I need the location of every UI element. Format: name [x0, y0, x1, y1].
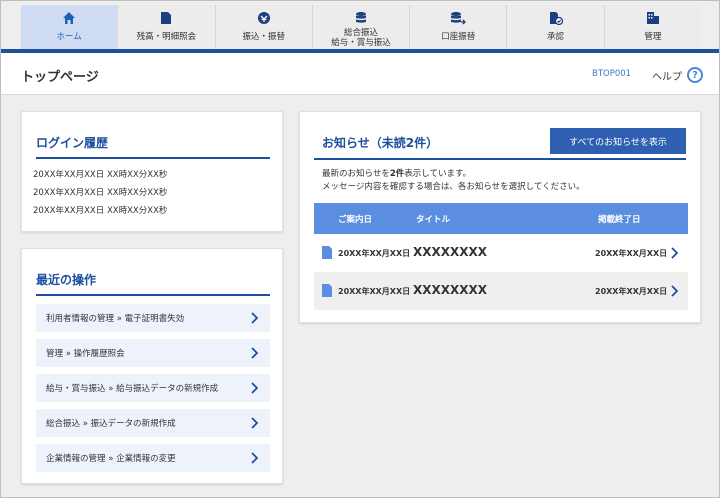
account-transfer-icon — [450, 10, 467, 26]
recent-op-label: 管理 » 操作履歴照会 — [46, 349, 125, 359]
nav-bulk-transfer[interactable]: 総合振込 給与・賞与振込 — [312, 5, 411, 49]
main-nav: ホーム 残高・明細照会 振込・振替 総合振込 給与・賞与振込 口座振替 承認 管… — [21, 5, 701, 49]
nav-account-transfer-label: 口座振替 — [441, 32, 476, 42]
nav-balance-label: 残高・明細照会 — [136, 32, 197, 42]
page-code: BTOP001 — [592, 69, 632, 79]
chevron-right-icon — [248, 417, 260, 429]
nav-approval-label: 承認 — [547, 32, 565, 42]
chevron-right-icon — [248, 347, 260, 359]
document-icon — [158, 10, 174, 26]
nav-balance[interactable]: 残高・明細照会 — [118, 5, 216, 49]
col-header-end: 掲載終了日 — [598, 215, 641, 225]
approval-icon — [548, 10, 564, 26]
notice-date: 20XX年XX月XX日 — [338, 287, 411, 296]
chevron-right-icon — [248, 312, 260, 324]
nav-transfer-label: 振込・振替 — [242, 32, 285, 42]
recent-op-label: 給与・賞与振込 » 給与振込データの新規作成 — [46, 384, 219, 394]
col-header-title: タイトル — [416, 215, 451, 225]
nav-bulk-transfer-label: 総合振込 給与・賞与振込 — [331, 28, 391, 48]
recent-op-item[interactable]: 管理 » 操作履歴照会 — [36, 339, 270, 367]
login-history-list: 20XX年XX月XX日 XX時XX分XX秒 20XX年XX月XX日 XX時XX分… — [33, 166, 268, 220]
notice-end-date: 20XX年XX月XX日 — [595, 249, 668, 258]
notice-row[interactable]: 20XX年XX月XX日 XXXXXXXX 20XX年XX月XX日 — [314, 272, 688, 310]
notices-header: お知らせ（未読2件） すべてのお知らせを表示 — [314, 128, 686, 160]
recent-op-label: 利用者情報の管理 » 電子証明書失効 — [46, 314, 185, 324]
nav-admin[interactable]: 管理 — [604, 5, 701, 49]
recent-ops-title: 最近の操作 — [36, 271, 270, 296]
login-history-entry: 20XX年XX月XX日 XX時XX分XX秒 — [33, 170, 168, 180]
notices-title: お知らせ（未読2件） — [322, 136, 439, 150]
notices-msg-pre: 最新のお知らせを — [322, 169, 390, 179]
notice-end-date: 20XX年XX月XX日 — [595, 287, 668, 296]
notice-title: XXXXXXXX — [413, 245, 488, 259]
nav-home[interactable]: ホーム — [21, 5, 119, 49]
chevron-right-icon — [248, 382, 260, 394]
chevron-right-icon — [668, 247, 680, 259]
notice-title: XXXXXXXX — [413, 283, 488, 297]
recent-ops-list: 利用者情報の管理 » 電子証明書失効 管理 » 操作履歴照会 給与・賞与振込 »… — [36, 304, 270, 472]
recent-op-item[interactable]: 利用者情報の管理 » 電子証明書失効 — [36, 304, 270, 332]
login-history-panel: ログイン履歴 20XX年XX月XX日 XX時XX分XX秒 20XX年XX月XX日… — [21, 111, 283, 232]
view-all-notices-button[interactable]: すべてのお知らせを表示 — [550, 128, 686, 154]
page-header: トップページ BTOP001 ヘルプ ? — [1, 53, 719, 95]
notices-table-header: ご案内日 タイトル 掲載終了日 — [314, 203, 688, 234]
chevron-right-icon — [668, 285, 680, 297]
recent-op-label: 総合振込 » 振込データの新規作成 — [46, 419, 176, 429]
recent-op-item[interactable]: 総合振込 » 振込データの新規作成 — [36, 409, 270, 437]
app-window: ホーム 残高・明細照会 振込・振替 総合振込 給与・賞与振込 口座振替 承認 管… — [0, 0, 720, 498]
help-link[interactable]: ヘルプ ? — [652, 67, 703, 83]
chevron-right-icon — [248, 452, 260, 464]
nav-bulk-line2: 給与・賞与振込 — [331, 38, 391, 48]
notices-panel: お知らせ（未読2件） すべてのお知らせを表示 最新のお知らせを2件表示しています… — [299, 111, 701, 323]
notice-date: 20XX年XX月XX日 — [338, 249, 411, 258]
building-icon — [645, 10, 661, 26]
help-label: ヘルプ — [652, 71, 682, 83]
page-title: トップページ — [21, 70, 99, 85]
help-icon: ? — [687, 67, 703, 83]
nav-admin-label: 管理 — [644, 32, 662, 42]
nav-bulk-line1: 総合振込 — [343, 28, 378, 38]
nav-home-label: ホーム — [56, 32, 82, 42]
nav-approval[interactable]: 承認 — [507, 5, 605, 49]
login-history-entry: 20XX年XX月XX日 XX時XX分XX秒 — [33, 206, 168, 216]
transfer-icon — [256, 10, 272, 26]
document-icon — [322, 246, 332, 259]
document-icon — [322, 284, 332, 297]
notices-msg-post: 表示しています。 — [404, 169, 472, 179]
recent-op-item[interactable]: 給与・賞与振込 » 給与振込データの新規作成 — [36, 374, 270, 402]
notices-message-line2: メッセージ内容を確認する場合は、各お知らせを選択してください。 — [322, 182, 585, 192]
home-icon — [61, 10, 77, 26]
login-history-title: ログイン履歴 — [36, 134, 270, 159]
nav-account-transfer[interactable]: 口座振替 — [410, 5, 508, 49]
notices-message-line1: 最新のお知らせを2件表示しています。 — [322, 168, 686, 181]
recent-op-item[interactable]: 企業情報の管理 » 企業情報の変更 — [36, 444, 270, 472]
recent-op-label: 企業情報の管理 » 企業情報の変更 — [46, 454, 176, 464]
nav-transfer[interactable]: 振込・振替 — [215, 5, 313, 49]
login-history-entry: 20XX年XX月XX日 XX時XX分XX秒 — [33, 188, 168, 198]
notices-table: ご案内日 タイトル 掲載終了日 20XX年XX月XX日 XXXXXXXX 20X… — [314, 203, 688, 310]
notices-count: 2件 — [389, 169, 405, 179]
col-header-date: ご案内日 — [338, 215, 373, 225]
notices-message: 最新のお知らせを2件表示しています。 メッセージ内容を確認する場合は、各お知らせ… — [314, 168, 686, 194]
notice-row[interactable]: 20XX年XX月XX日 XXXXXXXX 20XX年XX月XX日 — [314, 234, 688, 272]
database-icon — [353, 10, 369, 26]
recent-ops-panel: 最近の操作 利用者情報の管理 » 電子証明書失効 管理 » 操作履歴照会 給与・… — [21, 248, 283, 484]
